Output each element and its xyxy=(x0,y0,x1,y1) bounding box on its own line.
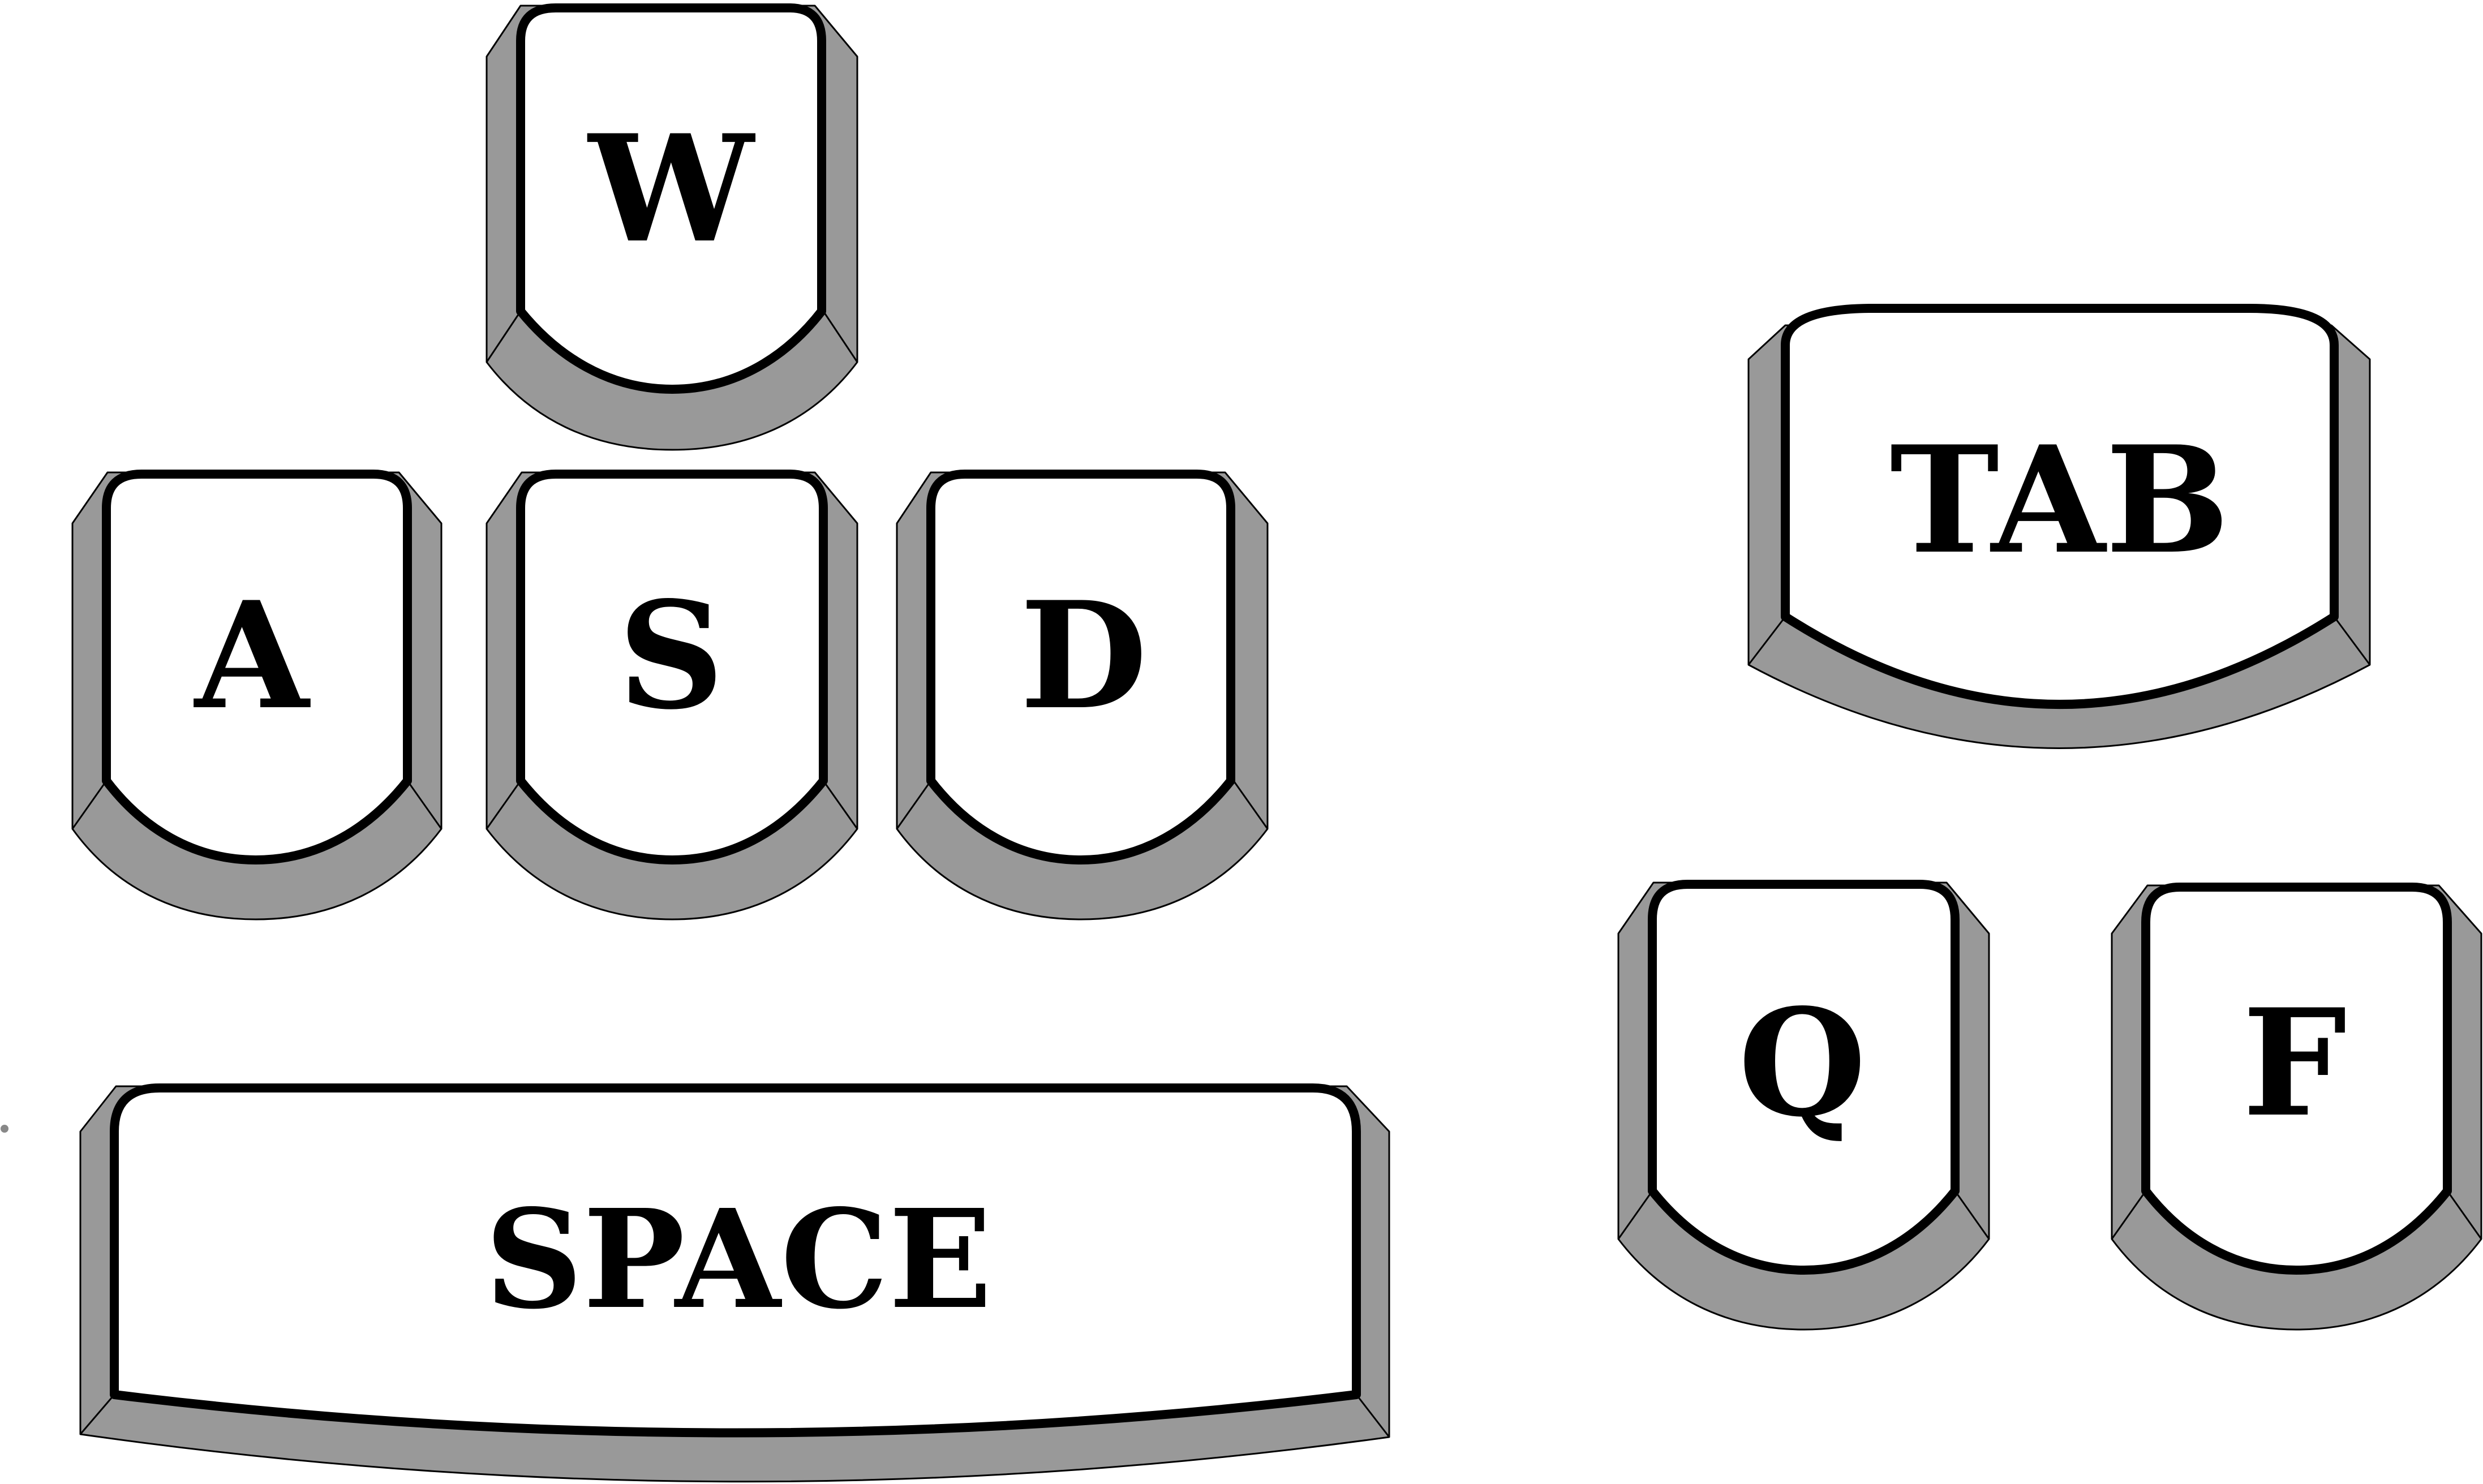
key-d-label: D xyxy=(1020,570,1147,742)
key-w-label: W xyxy=(586,103,757,276)
stray-dot xyxy=(1,1125,8,1133)
key-f: F xyxy=(2111,883,2482,1331)
keyboard-keys-illustration: W A S D SPACE TAB Q F xyxy=(1,3,2482,1483)
key-a-label: A xyxy=(192,570,312,742)
key-q-label: Q xyxy=(1738,977,1866,1150)
key-w: W xyxy=(486,3,858,451)
key-space: SPACE xyxy=(79,1083,1390,1483)
key-f-label: F xyxy=(2243,977,2347,1150)
key-d: D xyxy=(896,470,1269,920)
key-s: S xyxy=(486,470,858,920)
key-tab: TAB xyxy=(1747,304,2371,749)
key-space-label: SPACE xyxy=(485,1180,992,1339)
key-tab-label: TAB xyxy=(1890,414,2230,587)
key-a: A xyxy=(71,470,443,920)
key-q: Q xyxy=(1617,880,1990,1331)
key-s-label: S xyxy=(618,570,724,742)
